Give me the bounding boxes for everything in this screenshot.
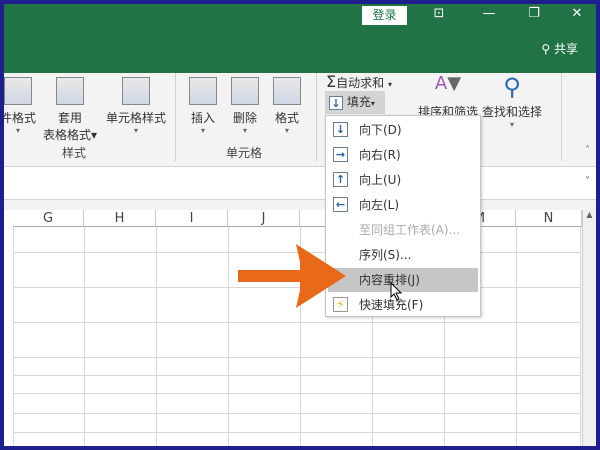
expand-formula-icon[interactable]: ˅ bbox=[585, 176, 590, 187]
minimize-icon[interactable]: — bbox=[474, 6, 504, 21]
label: 自动求和 bbox=[336, 76, 385, 90]
label: 填充 bbox=[346, 95, 371, 109]
label: 向下(D) bbox=[359, 123, 402, 137]
column-header[interactable]: N bbox=[516, 210, 582, 227]
menu-item-fill-right[interactable]: → 向右(R) bbox=[328, 143, 478, 167]
arrow-up-icon: ↑ bbox=[333, 172, 348, 187]
label: 单元格样式 bbox=[105, 111, 166, 125]
share-label: 共享 bbox=[553, 42, 578, 56]
menu-item-series[interactable]: 序列(S)... bbox=[328, 243, 478, 267]
group-styles: 样式 bbox=[62, 146, 87, 160]
insert-cells-icon bbox=[189, 77, 217, 105]
label: 查找和选择 bbox=[481, 105, 542, 119]
label: 格式 bbox=[274, 111, 299, 125]
ribbon-display-icon[interactable]: ⊡ bbox=[424, 6, 454, 21]
format-cells-icon bbox=[273, 77, 301, 105]
sigma-icon: Σ bbox=[326, 72, 337, 91]
ribbon: 件格式 ▾ 套用 表格格式▾ 单元格样式 ▾ 样式 插入 ▾ 删除 ▾ 格式 ▾ 单元格 Σ… bbox=[4, 71, 596, 167]
column-header[interactable]: I bbox=[156, 210, 228, 227]
excel-window: 登录 ⊡ — ❐ ✕ ⚲ 共享 件格式 ▾ 套用 表格格式▾ 单元格样式 ▾ 样式 插… bbox=[4, 4, 596, 446]
spacer bbox=[4, 200, 596, 210]
conditional-format-icon bbox=[4, 77, 32, 105]
menu-item-across-worksheets: 至同组工作表(A)... bbox=[328, 218, 478, 242]
insert-button[interactable]: 插入 ▾ bbox=[186, 77, 220, 135]
orange-pointer-arrow-icon bbox=[238, 244, 346, 308]
arrow-down-icon: ↓ bbox=[333, 122, 348, 137]
label: 至同组工作表(A)... bbox=[359, 223, 461, 237]
label: 表格格式 bbox=[42, 128, 91, 142]
divider bbox=[175, 73, 176, 161]
scroll-up-icon[interactable]: ▲ bbox=[583, 210, 596, 219]
fill-down-icon: ↓ bbox=[329, 95, 343, 110]
column-header[interactable]: J bbox=[228, 210, 300, 227]
table-format-button[interactable]: 套用 表格格式▾ bbox=[40, 77, 100, 143]
menu-item-fill-left[interactable]: ← 向左(L) bbox=[328, 193, 478, 217]
group-cells: 单元格 bbox=[226, 146, 263, 160]
login-button[interactable]: 登录 bbox=[362, 6, 407, 25]
cell-style-icon bbox=[122, 77, 150, 105]
format-button[interactable]: 格式 ▾ bbox=[270, 77, 304, 135]
arrow-left-icon: ← bbox=[333, 197, 348, 212]
restore-icon[interactable]: ❐ bbox=[519, 6, 549, 21]
menu-item-fill-down[interactable]: ↓ 向下(D) bbox=[328, 118, 478, 142]
delete-button[interactable]: 删除 ▾ bbox=[228, 77, 262, 135]
collapse-ribbon-icon[interactable]: ˄ bbox=[585, 145, 590, 156]
formula-bar[interactable]: ˅ bbox=[4, 170, 596, 200]
label: 件格式 bbox=[4, 111, 36, 125]
sort-filter-button[interactable]: A▼ 排序和筛选 bbox=[416, 73, 480, 120]
label: 删除 bbox=[232, 111, 257, 125]
cell-style-button[interactable]: 单元格样式 ▾ bbox=[102, 77, 170, 135]
mouse-cursor-icon bbox=[390, 282, 403, 301]
label: 插入 bbox=[190, 111, 215, 125]
table-format-icon bbox=[56, 77, 84, 105]
column-header[interactable]: G bbox=[13, 210, 84, 227]
arrow-right-icon: → bbox=[333, 147, 348, 162]
vertical-scrollbar[interactable]: ▲ bbox=[582, 210, 596, 446]
user-icon: ⚲ bbox=[541, 42, 551, 56]
sort-filter-icon: A▼ bbox=[434, 73, 462, 94]
find-select-button[interactable]: ⚲ 查找和选择 ▾ bbox=[478, 73, 546, 129]
close-icon[interactable]: ✕ bbox=[562, 6, 592, 21]
label: 套用 bbox=[57, 111, 82, 125]
label: 向右(R) bbox=[359, 148, 401, 162]
label: 向左(L) bbox=[359, 198, 400, 212]
fill-button[interactable]: ↓ 填充▾ bbox=[325, 91, 385, 114]
menu-item-fill-up[interactable]: ↑ 向上(U) bbox=[328, 168, 478, 192]
label: 序列(S)... bbox=[359, 248, 412, 262]
magnifier-icon: ⚲ bbox=[503, 73, 521, 101]
share-button[interactable]: ⚲ 共享 bbox=[541, 40, 578, 57]
column-header[interactable]: H bbox=[84, 210, 156, 227]
divider bbox=[316, 73, 317, 161]
divider bbox=[561, 73, 562, 161]
conditional-format-button[interactable]: 件格式 ▾ bbox=[4, 77, 38, 135]
autosum-button[interactable]: Σ自动求和 ▾ bbox=[326, 71, 392, 93]
title-bar: 登录 ⊡ — ❐ ✕ ⚲ 共享 bbox=[4, 4, 596, 73]
delete-cells-icon bbox=[231, 77, 259, 105]
label: 向上(U) bbox=[359, 173, 402, 187]
